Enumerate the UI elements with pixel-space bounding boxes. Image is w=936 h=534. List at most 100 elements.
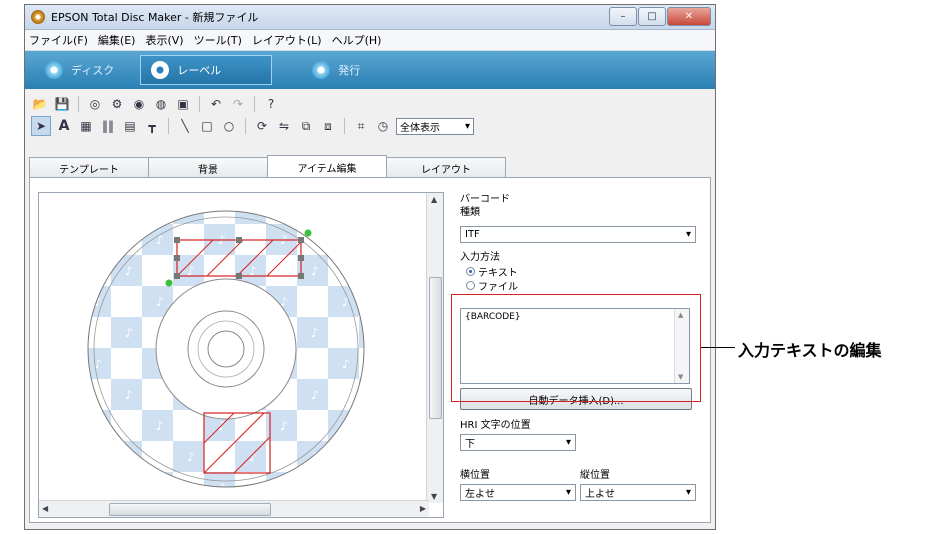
chevron-down-icon: ▾ <box>685 487 691 498</box>
text-tool-icon[interactable]: A <box>55 117 73 135</box>
import-icon[interactable]: ▣ <box>174 95 192 113</box>
rectangle-tool-icon[interactable]: □ <box>198 117 216 135</box>
toolbar-main: 📂 💾 ◎ ⚙ ◉ ◍ ▣ ↶ ↷ ? <box>25 93 715 115</box>
disc-preview: ♪ ♪ <box>87 210 365 488</box>
toolbar-draw: ➤ A ▦ ‖‖ ▤ ┳ ╲ □ ○ ⟳ ⇋ ⧉ ⧈ ⌗ ◷ 全体表示 ▾ <box>25 115 715 137</box>
chevron-down-icon: ▾ <box>565 487 571 498</box>
radio-file-label: ファイル <box>478 282 518 293</box>
vpos-value: 上よせ <box>585 489 615 500</box>
scroll-right-icon[interactable]: ▶ <box>420 504 426 513</box>
hpos-value: 左よせ <box>465 489 495 500</box>
label-canvas[interactable]: ♪ ♪ <box>38 192 444 518</box>
minimize-button[interactable]: – <box>609 7 637 26</box>
line-tool-icon[interactable]: ╲ <box>176 117 194 135</box>
toolbar-separator <box>245 118 246 134</box>
menu-tools[interactable]: ツール(T) <box>194 32 242 48</box>
toolbar-separator <box>168 118 169 134</box>
type-label: 種類 <box>460 207 480 218</box>
mode-disc-label: ディスク <box>71 64 115 77</box>
app-icon <box>31 10 45 24</box>
highlight-box <box>451 294 701 402</box>
vertical-scroll-thumb[interactable] <box>429 277 442 419</box>
mode-label-label: レーベル <box>177 64 222 77</box>
tab-template[interactable]: テンプレート <box>29 157 149 178</box>
toolbar-separator <box>344 118 345 134</box>
vpos-select[interactable]: 上よせ ▾ <box>580 484 696 501</box>
menu-file[interactable]: ファイル(F) <box>29 32 88 48</box>
menu-layout[interactable]: レイアウト(L) <box>252 32 322 48</box>
menu-edit[interactable]: 編集(E) <box>98 32 136 48</box>
disc-icon <box>45 61 63 79</box>
close-button[interactable]: ✕ <box>667 7 711 26</box>
tab-item-edit[interactable]: アイテム編集 <box>267 155 387 178</box>
web-icon[interactable]: ◍ <box>152 95 170 113</box>
hpos-label: 横位置 <box>460 470 490 481</box>
canvas-horizontal-scrollbar[interactable]: ◀ ▶ <box>39 500 429 517</box>
chart-tool-icon[interactable]: ┳ <box>143 117 161 135</box>
maximize-button[interactable]: □ <box>638 7 666 26</box>
zoom-select[interactable]: 全体表示 ▾ <box>396 117 474 135</box>
scroll-left-icon[interactable]: ◀ <box>42 504 48 513</box>
mode-label-button[interactable]: レーベル <box>140 55 273 85</box>
app-window: EPSON Total Disc Maker - 新規ファイル – □ ✕ ファ… <box>24 4 716 530</box>
title-bar: EPSON Total Disc Maker - 新規ファイル – □ ✕ <box>25 5 715 30</box>
barcode-tool-icon[interactable]: ‖‖ <box>99 117 117 135</box>
radio-text-label: テキスト <box>478 268 518 279</box>
mode-publish-label: 発行 <box>338 64 361 77</box>
scroll-up-icon[interactable]: ▲ <box>431 195 437 204</box>
mode-disc-button[interactable]: ディスク <box>35 56 124 84</box>
undo-icon[interactable]: ↶ <box>207 95 225 113</box>
toolbar-separator <box>254 96 255 112</box>
open-icon[interactable]: 📂 <box>31 95 49 113</box>
rotate-icon[interactable]: ⟳ <box>253 117 271 135</box>
menu-view[interactable]: 表示(V) <box>145 32 183 48</box>
hri-value: 下 <box>465 439 475 450</box>
toolbar-separator <box>199 96 200 112</box>
ellipse-tool-icon[interactable]: ○ <box>220 117 238 135</box>
help-icon[interactable]: ? <box>262 95 280 113</box>
settings-icon[interactable]: ⚙ <box>108 95 126 113</box>
mode-bar: ディスク レーベル 発行 <box>25 51 715 89</box>
redo-icon[interactable]: ↷ <box>229 95 247 113</box>
canvas-vertical-scrollbar[interactable]: ▲ ▼ <box>426 193 443 503</box>
table-tool-icon[interactable]: ▤ <box>121 117 139 135</box>
window-title: EPSON Total Disc Maker - 新規ファイル <box>51 11 259 24</box>
scroll-down-icon[interactable]: ▼ <box>431 492 437 501</box>
disc-inner-area <box>155 278 297 420</box>
callout-label: 入力テキストの編集 <box>738 341 882 360</box>
toolbar-separator <box>78 96 79 112</box>
input-method-label: 入力方法 <box>460 252 500 263</box>
crop-icon[interactable]: ⌗ <box>352 117 370 135</box>
flip-icon[interactable]: ⇋ <box>275 117 293 135</box>
hri-select[interactable]: 下 ▾ <box>460 434 576 451</box>
hri-label: HRI 文字の位置 <box>460 420 531 431</box>
bring-front-icon[interactable]: ⧉ <box>297 117 315 135</box>
print-icon[interactable]: ◎ <box>86 95 104 113</box>
hpos-select[interactable]: 左よせ ▾ <box>460 484 576 501</box>
disc-tool-icon[interactable]: ◉ <box>130 95 148 113</box>
radio-unselected-icon <box>466 281 475 290</box>
radio-file[interactable]: ファイル <box>466 278 518 293</box>
zoom-value: 全体表示 <box>400 122 440 134</box>
save-icon[interactable]: 💾 <box>53 95 71 113</box>
publish-icon <box>312 61 331 79</box>
type-select[interactable]: ITF ▾ <box>460 226 696 243</box>
radio-text[interactable]: テキスト <box>466 264 518 279</box>
tab-strip: テンプレート 背景 アイテム編集 レイアウト <box>29 155 506 178</box>
menu-bar: ファイル(F) 編集(E) 表示(V) ツール(T) レイアウト(L) ヘルプ(… <box>25 30 715 51</box>
chevron-down-icon: ▾ <box>685 229 691 240</box>
select-arrow-icon[interactable]: ➤ <box>31 116 51 136</box>
mode-publish-button[interactable]: 発行 <box>302 56 370 84</box>
horizontal-scroll-thumb[interactable] <box>109 503 271 516</box>
tab-layout[interactable]: レイアウト <box>386 157 506 178</box>
callout-line <box>701 347 735 348</box>
clock-icon[interactable]: ◷ <box>374 117 392 135</box>
send-back-icon[interactable]: ⧈ <box>319 117 337 135</box>
menu-help[interactable]: ヘルプ(H) <box>332 32 382 48</box>
label-icon <box>151 61 170 79</box>
tab-background[interactable]: 背景 <box>148 157 268 178</box>
chevron-down-icon: ▾ <box>464 120 470 132</box>
radio-selected-icon <box>466 267 475 276</box>
image-tool-icon[interactable]: ▦ <box>77 117 95 135</box>
vpos-label: 縦位置 <box>580 470 610 481</box>
